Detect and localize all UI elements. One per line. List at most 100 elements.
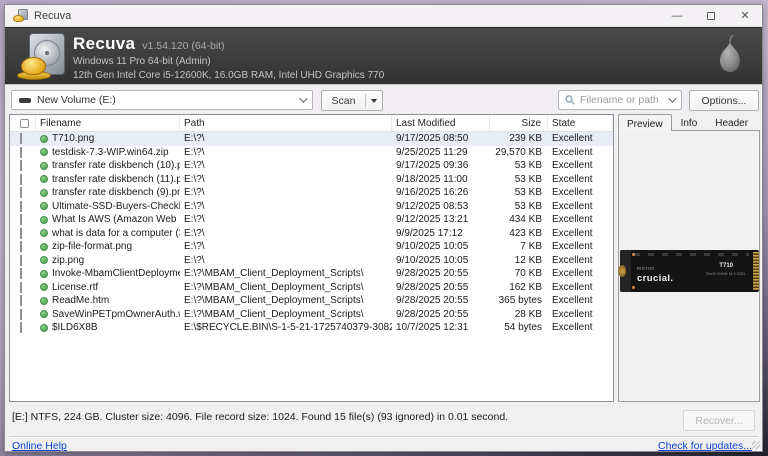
state-excellent-icon [40, 148, 48, 156]
file-state: Excellent [548, 282, 613, 293]
file-name: SaveWinPETpmOwnerAuth.wsf [52, 309, 180, 320]
state-excellent-icon [40, 256, 48, 264]
drive-select[interactable]: New Volume (E:) [11, 90, 313, 110]
close-button[interactable]: ✕ [728, 5, 762, 26]
state-excellent-icon [40, 324, 48, 332]
file-path: E:\?\ [180, 133, 392, 144]
options-button[interactable]: Options... [689, 90, 759, 111]
table-row[interactable]: $ILD6X8B E:\$RECYCLE.BIN\S-1-5-21-172574… [10, 321, 613, 335]
row-checkbox[interactable] [20, 133, 22, 144]
tab-header[interactable]: Header [706, 114, 757, 131]
row-checkbox[interactable] [20, 214, 22, 225]
file-state: Excellent [548, 268, 613, 279]
resize-grip[interactable] [752, 441, 760, 449]
column-header-modified[interactable]: Last Modified [392, 115, 490, 131]
file-name: $ILD6X8B [52, 322, 98, 333]
search-input[interactable]: Filename or path [558, 90, 682, 110]
file-state: Excellent [548, 214, 613, 225]
file-path: E:\?\MBAM_Client_Deployment_Scripts\ [180, 295, 392, 306]
scan-button[interactable]: Scan [322, 95, 365, 107]
row-checkbox[interactable] [20, 228, 22, 239]
file-state: Excellent [548, 147, 613, 158]
recuva-window: Recuva — ✕ Recuva v1.54.120 (64-bit) Win… [4, 4, 763, 452]
row-checkbox[interactable] [20, 322, 22, 333]
row-checkbox[interactable] [20, 241, 22, 252]
table-row[interactable]: zip.png E:\?\ 9/10/2025 10:05 12 KB Exce… [10, 254, 613, 268]
row-checkbox[interactable] [20, 295, 22, 306]
column-header-size[interactable]: Size [490, 115, 548, 131]
table-row[interactable]: what is data for a computer (3).... E:\?… [10, 227, 613, 241]
row-checkbox[interactable] [20, 147, 22, 158]
file-name: What Is AWS (Amazon Web Ser... [52, 214, 180, 225]
table-row[interactable]: transfer rate diskbench (9).png E:\?\ 9/… [10, 186, 613, 200]
file-size: 434 KB [490, 214, 548, 225]
chevron-down-icon [299, 94, 307, 102]
hardware-info: 12th Gen Intel Core i5-12600K, 16.0GB RA… [73, 70, 384, 82]
tab-preview[interactable]: Preview [618, 114, 672, 131]
file-path: E:\?\ [180, 160, 392, 171]
column-header-path[interactable]: Path [180, 115, 392, 131]
file-modified: 9/17/2025 09:36 [392, 160, 490, 171]
dropdown-arrow-icon [371, 99, 377, 103]
scan-dropdown-button[interactable] [366, 99, 382, 103]
file-modified: 9/17/2025 08:50 [392, 133, 490, 144]
file-size: 53 KB [490, 160, 548, 171]
state-excellent-icon [40, 297, 48, 305]
table-row[interactable]: What Is AWS (Amazon Web Ser... E:\?\ 9/1… [10, 213, 613, 227]
toolbar: New Volume (E:) Scan Filename or path Op… [5, 86, 762, 114]
column-header-state[interactable]: State [548, 115, 613, 131]
chevron-down-icon [668, 94, 676, 102]
file-state: Excellent [548, 133, 613, 144]
table-row[interactable]: ReadMe.htm E:\?\MBAM_Client_Deployment_S… [10, 294, 613, 308]
file-modified: 9/18/2025 11:00 [392, 174, 490, 185]
recover-button[interactable]: Recover... [683, 410, 755, 431]
table-row[interactable]: T710.png E:\?\ 9/17/2025 08:50 239 KB Ex… [10, 132, 613, 146]
table-row[interactable]: transfer rate diskbench (10).png E:\?\ 9… [10, 159, 613, 173]
online-help-link[interactable]: Online Help [12, 440, 67, 452]
file-name: transfer rate diskbench (9).png [52, 187, 180, 198]
table-row[interactable]: transfer rate diskbench (11).png E:\?\ 9… [10, 173, 613, 187]
row-checkbox[interactable] [20, 282, 22, 293]
file-state: Excellent [548, 295, 613, 306]
row-checkbox[interactable] [20, 309, 22, 320]
row-checkbox[interactable] [20, 201, 22, 212]
table-row[interactable]: SaveWinPETpmOwnerAuth.wsf E:\?\MBAM_Clie… [10, 308, 613, 322]
file-state: Excellent [548, 255, 613, 266]
table-row[interactable]: zip-file-format.png E:\?\ 9/10/2025 10:0… [10, 240, 613, 254]
file-modified: 9/10/2025 10:05 [392, 241, 490, 252]
state-excellent-icon [40, 283, 48, 291]
file-modified: 9/25/2025 11:29 [392, 147, 490, 158]
state-excellent-icon [40, 175, 48, 183]
select-all-checkbox[interactable] [20, 119, 29, 128]
row-checkbox[interactable] [20, 255, 22, 266]
state-excellent-icon [40, 189, 48, 197]
row-checkbox[interactable] [20, 268, 22, 279]
table-row[interactable]: testdisk-7.3-WIP.win64.zip E:\?\ 9/25/20… [10, 146, 613, 160]
file-name: what is data for a computer (3).... [52, 228, 180, 239]
file-name: Invoke-MbamClientDeploymen... [52, 268, 180, 279]
file-path: E:\?\ [180, 228, 392, 239]
table-row[interactable]: Invoke-MbamClientDeploymen... E:\?\MBAM_… [10, 267, 613, 281]
footer: Online Help Check for updates... [5, 438, 762, 452]
minimize-button[interactable]: — [660, 5, 694, 26]
column-header-filename[interactable]: Filename [36, 115, 180, 131]
table-row[interactable]: License.rtf E:\?\MBAM_Client_Deployment_… [10, 281, 613, 295]
file-size: 365 bytes [490, 295, 548, 306]
file-path: E:\?\ [180, 214, 392, 225]
check-updates-link[interactable]: Check for updates... [658, 440, 752, 452]
row-checkbox[interactable] [20, 174, 22, 185]
row-checkbox[interactable] [20, 160, 22, 171]
file-size: 7 KB [490, 241, 548, 252]
table-row[interactable]: Ultimate-SSD-Buyers-Checklist... E:\?\ 9… [10, 200, 613, 214]
file-modified: 9/10/2025 10:05 [392, 255, 490, 266]
tab-info[interactable]: Info [672, 114, 707, 131]
file-path: E:\$RECYCLE.BIN\S-1-5-21-1725740379-3082… [180, 322, 392, 333]
row-checkbox[interactable] [20, 187, 22, 198]
state-excellent-icon [40, 162, 48, 170]
ssd-model-label: T710 [719, 263, 733, 269]
maximize-button[interactable] [694, 5, 728, 26]
table-body: T710.png E:\?\ 9/17/2025 08:50 239 KB Ex… [10, 132, 613, 335]
recuva-logo-icon [17, 33, 65, 81]
file-size: 423 KB [490, 228, 548, 239]
file-state: Excellent [548, 187, 613, 198]
